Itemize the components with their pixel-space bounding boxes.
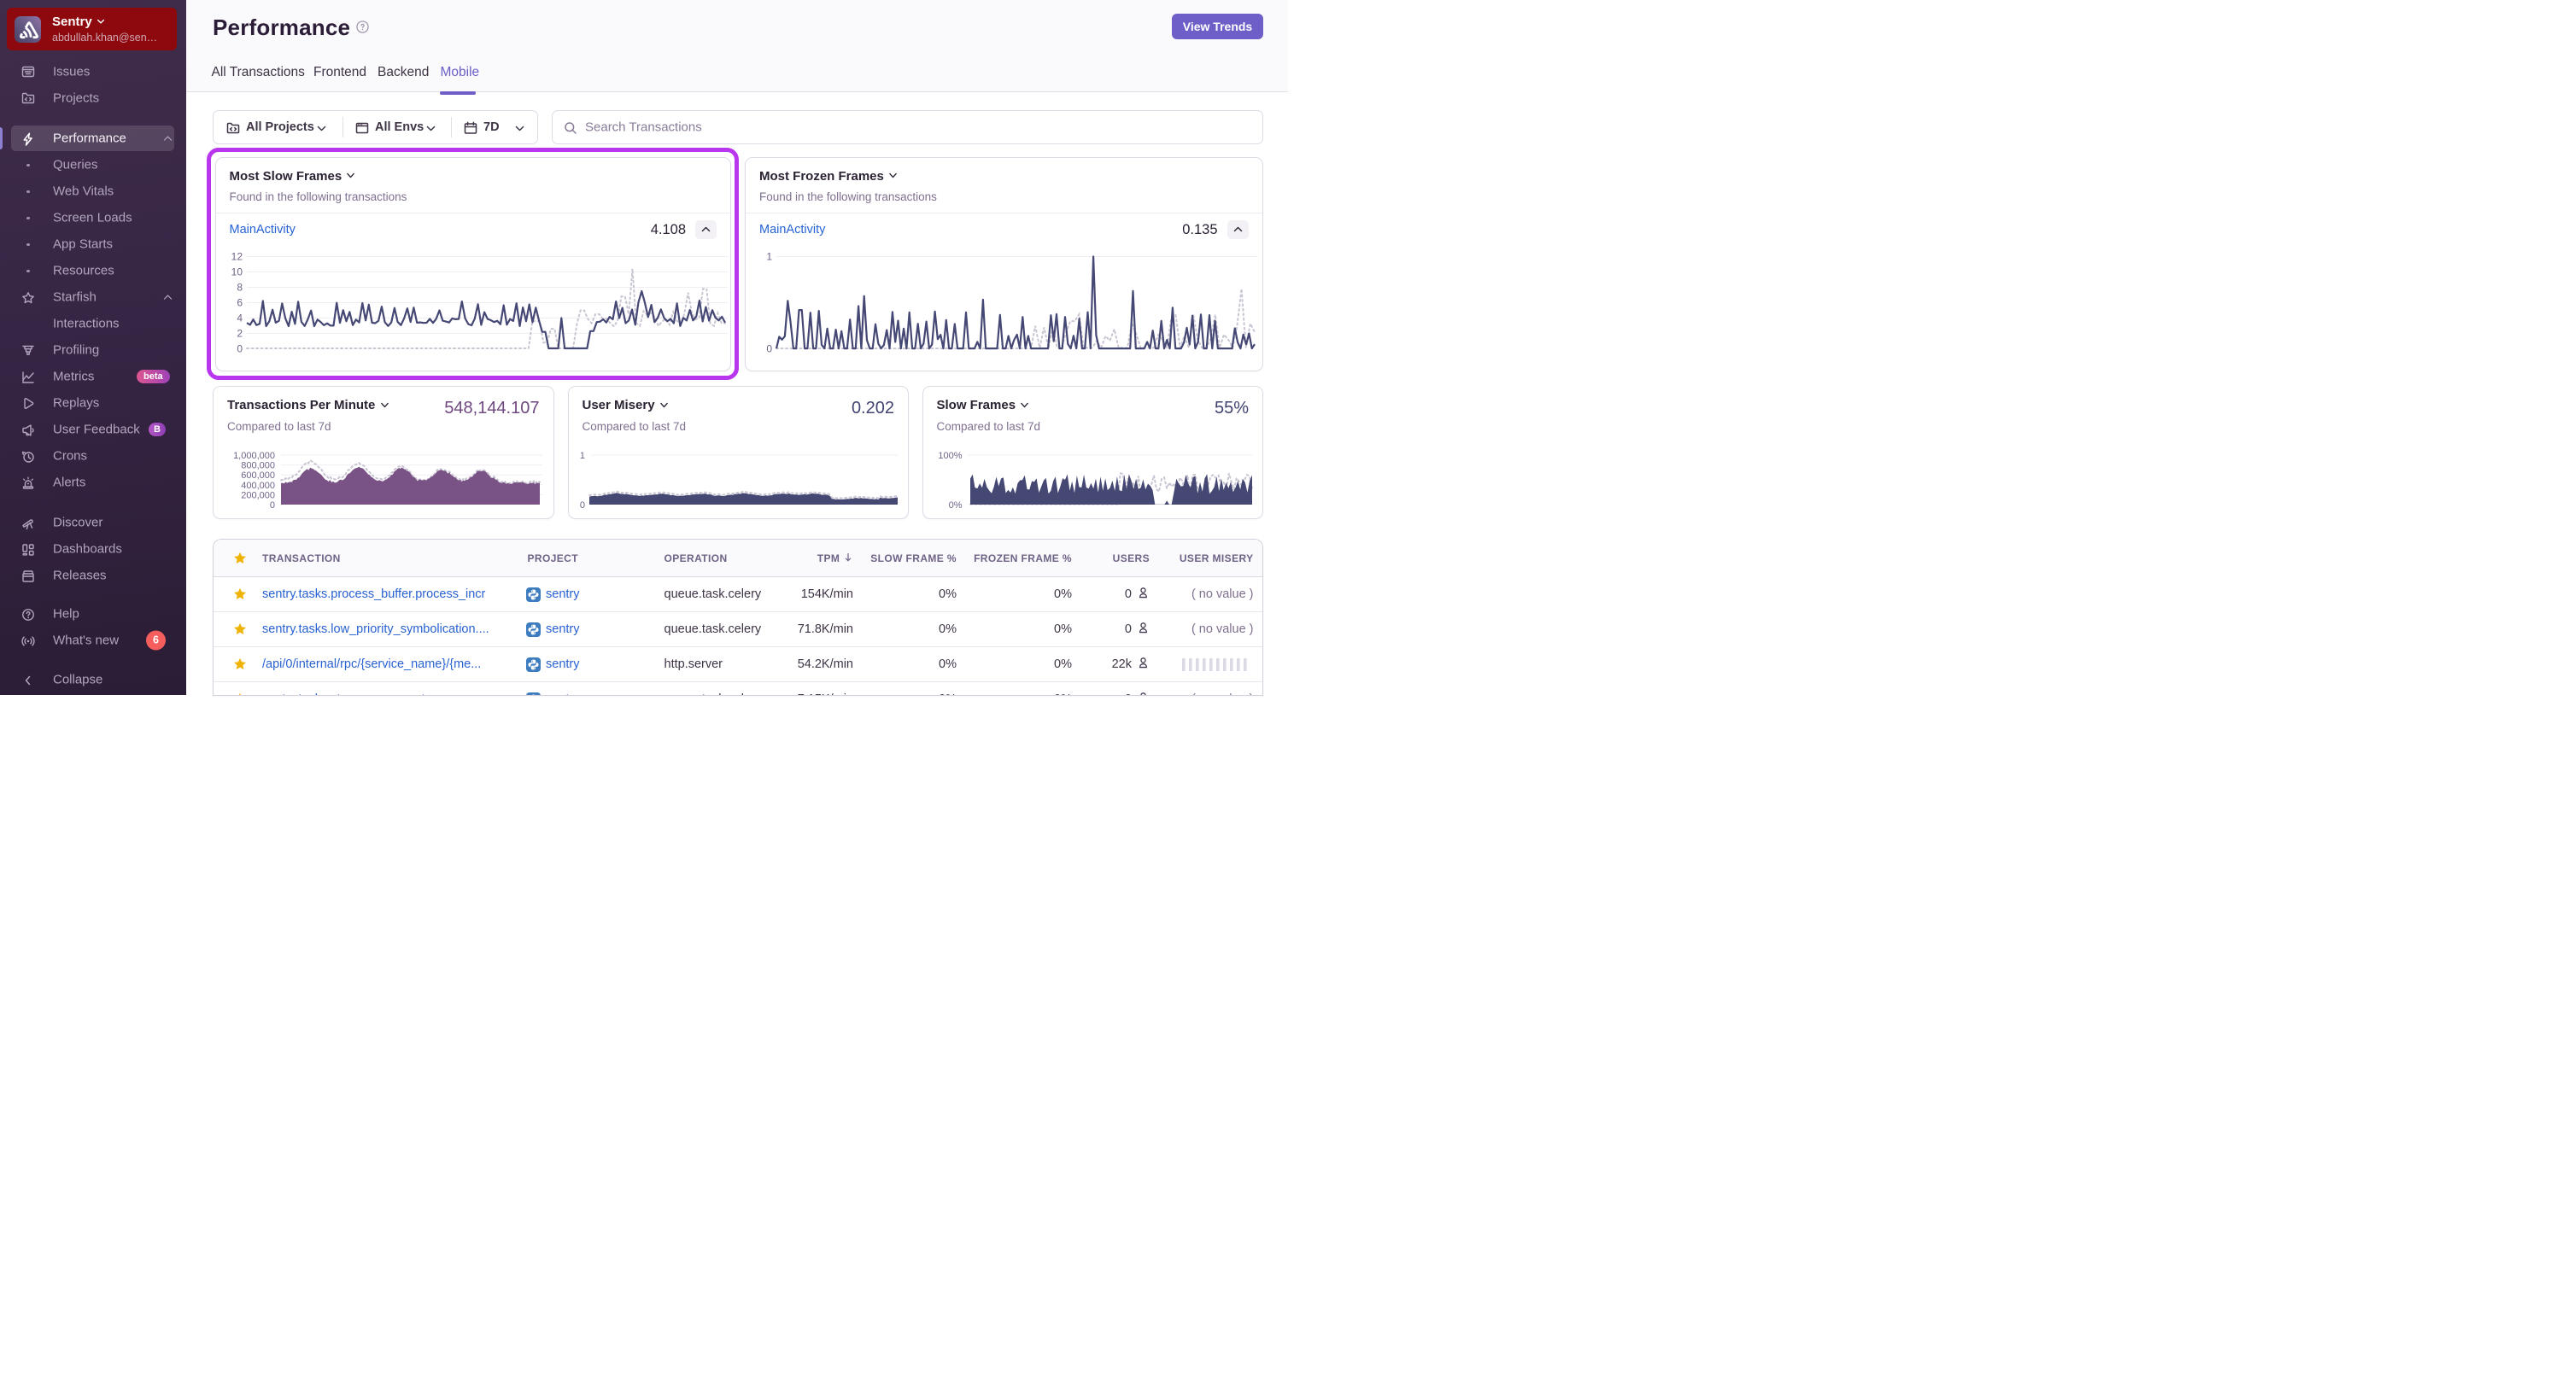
svg-text:800,000: 800,000 <box>241 461 275 471</box>
svg-text:200,000: 200,000 <box>241 490 275 500</box>
svg-text:100%: 100% <box>938 451 962 461</box>
svg-text:1: 1 <box>766 250 772 262</box>
svg-text:1: 1 <box>579 451 584 461</box>
svg-text:0: 0 <box>766 342 772 354</box>
svg-text:600,000: 600,000 <box>241 470 275 481</box>
svg-text:0: 0 <box>270 500 275 511</box>
svg-text:400,000: 400,000 <box>241 481 275 491</box>
svg-text:0: 0 <box>579 500 584 511</box>
svg-text:0%: 0% <box>948 500 962 511</box>
svg-text:1,000,000: 1,000,000 <box>233 451 275 461</box>
